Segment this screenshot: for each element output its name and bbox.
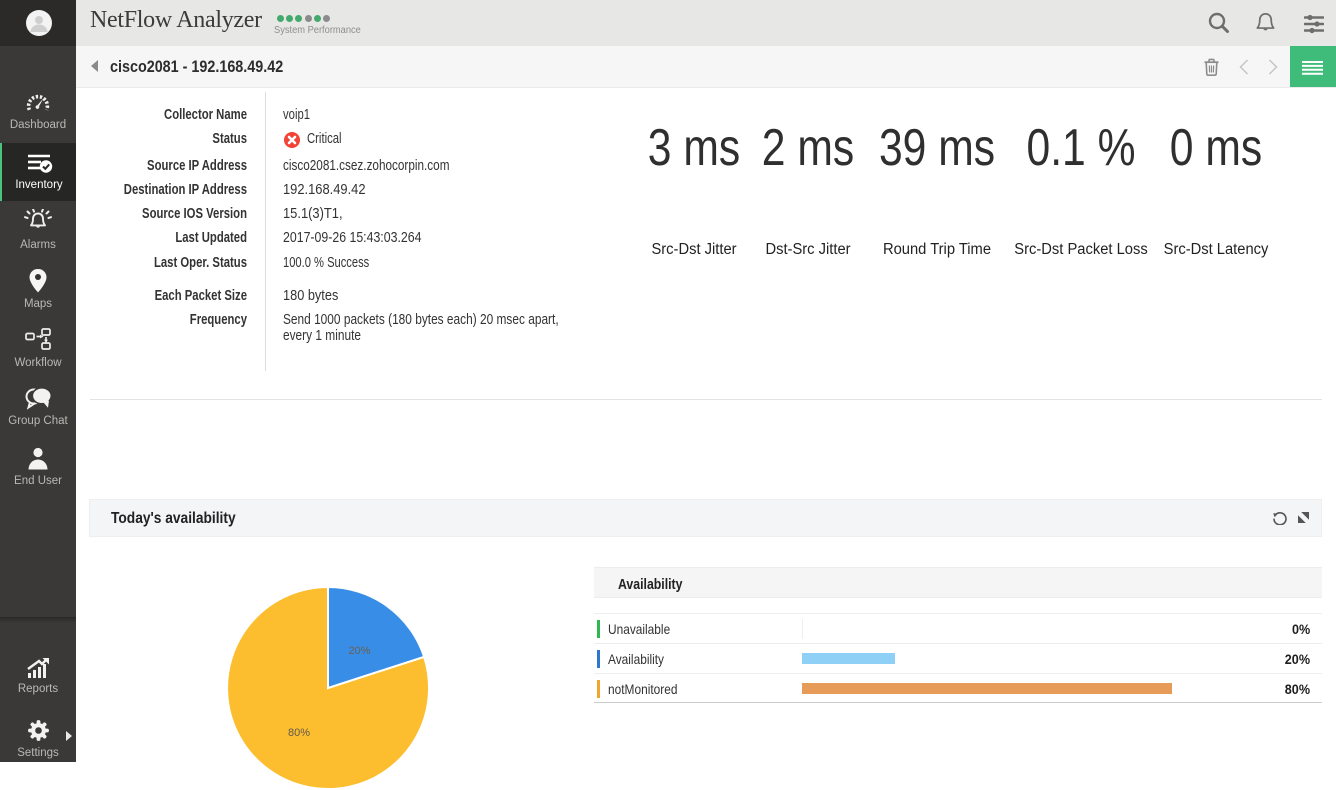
svg-text:20%: 20% bbox=[349, 645, 371, 657]
svg-text:80%: 80% bbox=[288, 727, 310, 739]
